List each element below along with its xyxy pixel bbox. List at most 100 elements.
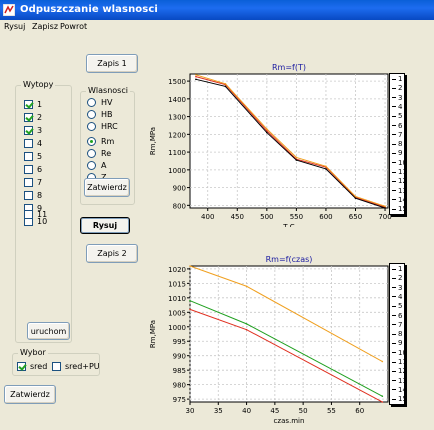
menu-zapisz[interactable]: Zapisz — [32, 22, 58, 31]
legend-entry: 4 — [392, 103, 402, 111]
radio-circle[interactable] — [87, 149, 96, 158]
x-tick-label: 50 — [299, 407, 308, 415]
uruchom-button[interactable]: uruchom — [27, 322, 70, 340]
checkbox-box[interactable] — [24, 126, 33, 135]
y-tick-label: 995 — [173, 338, 186, 346]
zapis1-button[interactable]: Zapis 1 — [86, 54, 138, 73]
zatwierdz-wlasnosci-button[interactable]: Zatwierdz — [84, 178, 130, 197]
plot-area — [189, 265, 389, 403]
y-axis-label: Rm,MPa — [149, 320, 157, 348]
menu-rysuj[interactable]: Rysuj — [4, 22, 25, 31]
legend-label: 7 — [398, 130, 403, 139]
wytop-checkbox-8[interactable]: 8 — [24, 190, 42, 201]
wytop-checkbox-6[interactable]: 6 — [24, 164, 42, 175]
legend-entry: 3 — [392, 284, 402, 292]
checkbox-box[interactable] — [24, 113, 33, 122]
legend-swatch — [392, 152, 396, 154]
legend-label: 9 — [398, 149, 403, 158]
x-tick-label: 500 — [260, 213, 273, 221]
x-axis-label: czas,min — [274, 417, 305, 423]
y-tick-label: 975 — [173, 396, 186, 404]
wytop-checkbox-1[interactable]: 1 — [24, 99, 42, 110]
legend-swatch — [392, 190, 396, 192]
radio-circle[interactable] — [87, 98, 96, 107]
legend-entry: 4 — [392, 293, 402, 301]
zapis2-button[interactable]: Zapis 2 — [86, 244, 138, 263]
y-tick-label: 1100 — [168, 149, 186, 157]
wlasnosc-radio-a[interactable]: A — [87, 160, 106, 171]
y-tick-label: 1500 — [168, 78, 186, 86]
legend-entry: 10 — [392, 159, 407, 167]
radio-circle[interactable] — [87, 161, 96, 170]
legend-label: 9 — [398, 339, 403, 348]
checkbox-box[interactable] — [24, 178, 33, 187]
chart-rm-temperature: Rm=f(T) 800 900 1000 1100 1200 1300 1400 1500 400… — [149, 63, 392, 231]
wybor-checkbox-sred-plus-PU[interactable]: sred+PU — [52, 361, 100, 372]
checkbox-box[interactable] — [52, 362, 61, 371]
legend-swatch — [392, 287, 396, 289]
legend-entry: 15 — [392, 205, 407, 213]
wytop-checkbox-11[interactable]: 11 — [24, 209, 47, 220]
y-tick-label: 1400 — [168, 96, 186, 104]
zatwierdz-button[interactable]: Zatwierdz — [4, 385, 56, 404]
legend-label: 11 — [398, 358, 407, 366]
x-tick-label: 550 — [290, 213, 303, 221]
legend-entry: 8 — [392, 330, 402, 338]
checkbox-box[interactable] — [24, 165, 33, 174]
rysuj-button[interactable]: Rysuj — [80, 217, 130, 234]
checkbox-box[interactable] — [17, 362, 26, 371]
checkbox-box[interactable] — [24, 152, 33, 161]
legend-entry: 6 — [392, 312, 402, 320]
radio-label: A — [101, 161, 107, 170]
legend-swatch — [392, 171, 396, 173]
wytop-checkbox-4[interactable]: 4 — [24, 138, 42, 149]
y-tick-label: 1200 — [168, 131, 186, 139]
wytop-checkbox-2[interactable]: 2 — [24, 112, 42, 123]
x-tick-label: 40 — [242, 407, 251, 415]
legend-swatch — [392, 380, 396, 382]
data-point — [189, 265, 191, 267]
chart-title: Rm=f(T) — [272, 63, 306, 72]
radio-label: HB — [101, 110, 113, 119]
data-point — [384, 207, 386, 209]
legend-swatch — [392, 208, 396, 210]
wlasnosc-radio-hv[interactable]: HV — [87, 97, 113, 108]
x-tick-label: 650 — [349, 213, 362, 221]
app-icon — [3, 4, 15, 16]
data-point — [295, 159, 298, 161]
checkbox-box[interactable] — [24, 191, 33, 200]
legend-entry: 11 — [392, 168, 407, 176]
legend-swatch — [392, 143, 396, 145]
wytop-checkbox-7[interactable]: 7 — [24, 177, 42, 188]
wytop-label: 4 — [37, 139, 43, 148]
y-tick-label: 1000 — [168, 167, 186, 175]
legend-label: 2 — [398, 84, 403, 93]
radio-circle[interactable] — [87, 110, 96, 119]
checkbox-box[interactable] — [24, 210, 33, 219]
legend-entry: 12 — [392, 367, 407, 375]
legend-swatch — [392, 342, 396, 344]
y-tick-label: 1020 — [168, 266, 186, 274]
data-point — [295, 156, 298, 159]
wlasnosc-radio-hb[interactable]: HB — [87, 109, 113, 120]
wybor-title: Wybor — [18, 348, 48, 357]
wytop-label: 11 — [37, 210, 48, 219]
checkbox-box[interactable] — [24, 139, 33, 148]
legend-swatch — [392, 324, 396, 326]
chart-rm-temperature-panel: Rm=f(T) 800 900 1000 1100 1200 1300 1400 1500 400… — [145, 61, 411, 231]
wlasnosc-radio-re[interactable]: Re — [87, 148, 111, 159]
checkbox-box[interactable] — [24, 100, 33, 109]
wlasnosc-radio-rm[interactable]: Rm — [87, 136, 114, 147]
wybor-checkbox-sred[interactable]: sred — [17, 361, 47, 372]
wytop-checkbox-3[interactable]: 3 — [24, 125, 42, 136]
radio-circle[interactable] — [87, 122, 96, 131]
menu-powrot[interactable]: Powrot — [60, 22, 87, 31]
y-tick-label: 1000 — [168, 324, 186, 332]
legend-entry: 13 — [392, 187, 407, 195]
radio-label: HRC — [101, 122, 118, 131]
wytop-checkbox-5[interactable]: 5 — [24, 151, 42, 162]
legend-label: 5 — [398, 302, 403, 311]
radio-circle[interactable] — [87, 137, 96, 146]
wlasnosc-radio-hrc[interactable]: HRC — [87, 121, 118, 132]
data-point — [195, 78, 197, 81]
